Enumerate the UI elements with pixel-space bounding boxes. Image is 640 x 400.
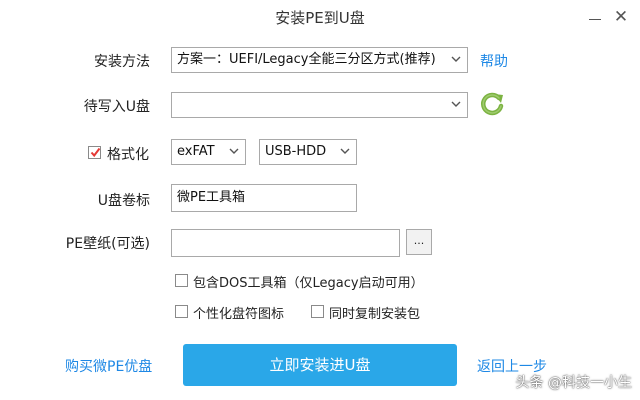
check-icon [90,147,101,158]
boot-mode-select[interactable]: USB-HDD [259,139,357,165]
watermark-text: 头条 @科技一小生 [515,375,632,391]
include-dos-label: 包含DOS工具箱（仅Legacy启动可用） [193,276,424,291]
buy-usb-link[interactable]: 购买微PE优盘 [65,356,152,376]
wallpaper-input[interactable] [171,229,400,257]
close-icon: ✕ [613,7,629,27]
install-button[interactable]: 立即安装进U盘 [183,344,457,386]
chevron-down-icon [449,48,463,72]
format-label: 格式化 [107,147,149,163]
help-link[interactable]: 帮助 [480,51,508,71]
install-pe-window: 安装PE到U盘 ✕ 安装方法 方案一：UEFI/Legacy全能三分区方式(推荐… [0,0,640,400]
copy-package-checkbox[interactable] [311,305,324,318]
volume-label-label: U盘卷标 [97,193,150,209]
browse-button[interactable]: ... [406,229,432,255]
chevron-down-icon [449,93,463,117]
minimize-button[interactable] [581,4,609,30]
copy-package-label: 同时复制安装包 [329,307,421,322]
personalize-icon-label: 个性化盘符图标 [193,307,285,322]
volume-label-input[interactable]: 微PE工具箱 [171,184,357,212]
install-method-label: 安装方法 [94,54,150,70]
personalize-icon-checkbox[interactable] [175,305,188,318]
chevron-down-icon [227,140,241,164]
target-drive-label: 待写入U盘 [83,99,150,115]
refresh-icon [481,92,504,116]
refresh-button[interactable] [478,90,508,120]
title-bar: 安装PE到U盘 ✕ [0,0,640,36]
filesystem-select[interactable]: exFAT [171,139,246,165]
filesystem-value: exFAT [177,144,215,159]
install-method-value: 方案一：UEFI/Legacy全能三分区方式(推荐) [177,52,436,67]
chevron-down-icon [338,140,352,164]
target-drive-select[interactable] [171,92,468,118]
include-dos-checkbox[interactable] [175,274,188,287]
format-checkbox[interactable] [88,146,101,159]
boot-mode-value: USB-HDD [265,144,327,159]
close-button[interactable]: ✕ [607,4,635,30]
window-title: 安装PE到U盘 [275,9,365,27]
install-method-select[interactable]: 方案一：UEFI/Legacy全能三分区方式(推荐) [171,47,468,73]
minimize-icon [589,18,601,20]
wallpaper-label: PE壁纸(可选) [65,236,150,252]
